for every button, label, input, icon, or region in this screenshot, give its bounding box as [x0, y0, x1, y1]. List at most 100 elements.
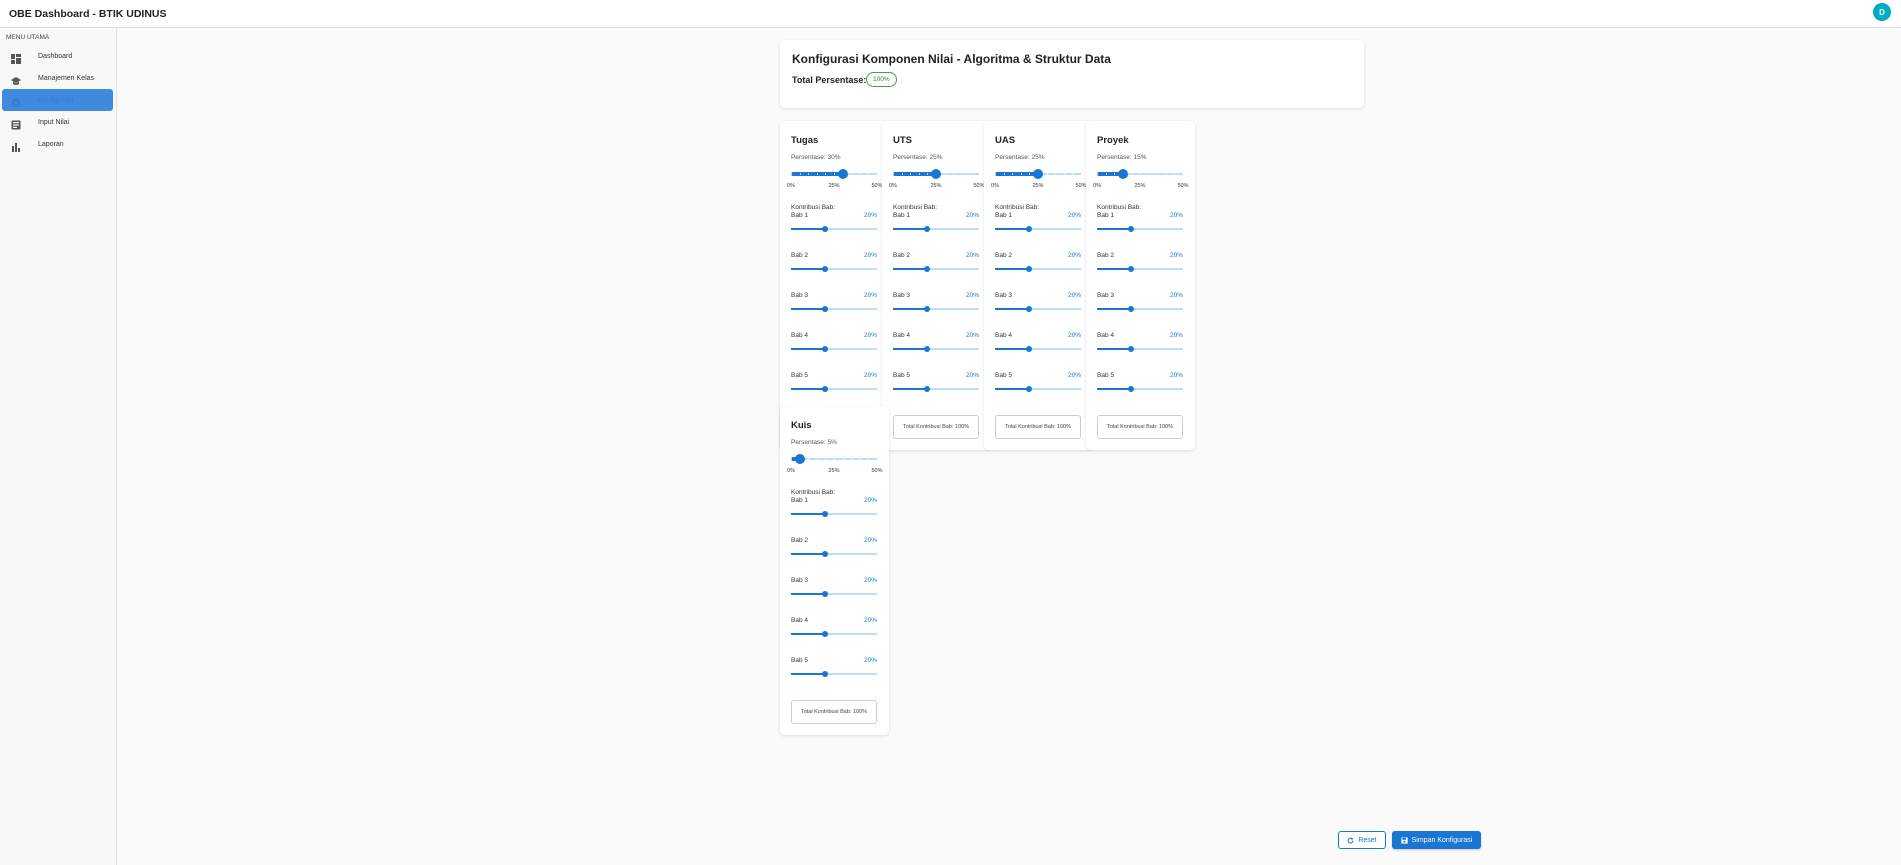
sidebar-item-konfigurasi[interactable]: Konfigurasi	[2, 89, 113, 111]
slider-thumb[interactable]	[822, 266, 829, 272]
bab-row: Bab 5 20%	[995, 372, 1081, 394]
slider-tick	[816, 458, 818, 460]
slider-thumb[interactable]	[924, 226, 931, 232]
bab-name: Bab 3	[791, 292, 808, 299]
slider-thumb[interactable]	[924, 346, 931, 352]
slider-thumb[interactable]	[1117, 169, 1128, 179]
bab-contribution-slider[interactable]	[995, 226, 1081, 232]
slider-track	[893, 228, 928, 230]
bab-contribution-slider[interactable]	[791, 631, 877, 637]
bab-value: 20%	[1067, 332, 1081, 339]
slider-track	[791, 633, 826, 635]
slider-scale-marks: 0% 25% 50%	[787, 183, 882, 191]
bab-contribution-slider[interactable]	[791, 551, 877, 557]
slider-thumb[interactable]	[794, 454, 805, 464]
sidebar-item-laporan[interactable]: Laporan	[2, 133, 113, 155]
sidebar-item-manajemen-kelas[interactable]: Manajemen Kelas	[2, 67, 113, 89]
slider-track	[1097, 228, 1132, 230]
bab-contribution-slider[interactable]	[1097, 226, 1183, 232]
sidebar-item-dashboard[interactable]: Dashboard	[2, 45, 113, 67]
bab-contribution-slider[interactable]	[791, 591, 877, 597]
save-icon	[1400, 836, 1408, 844]
component-name: UAS	[995, 135, 1016, 146]
bab-contribution-slider[interactable]	[1097, 266, 1183, 272]
bab-contribution-slider[interactable]	[995, 306, 1081, 312]
component-percentage-text: Persentase: 15%	[1097, 154, 1147, 161]
slider-thumb[interactable]	[822, 551, 829, 557]
slider-tick	[1029, 173, 1031, 175]
reset-button[interactable]: Reset	[1338, 831, 1386, 849]
user-avatar[interactable]: D	[1873, 3, 1891, 21]
slider-thumb[interactable]	[1033, 169, 1043, 179]
bab-row: Bab 2 20%	[995, 252, 1081, 274]
slider-thumb[interactable]	[822, 591, 829, 597]
bab-contribution-slider[interactable]	[893, 266, 979, 272]
bab-contribution-slider[interactable]	[791, 266, 877, 272]
bab-contribution-slider[interactable]	[791, 306, 877, 312]
bab-contribution-slider[interactable]	[995, 266, 1081, 272]
slider-track	[791, 553, 826, 555]
slider-track	[995, 228, 1030, 230]
slider-thumb[interactable]	[822, 631, 829, 637]
scale-mark: 0%	[889, 183, 897, 189]
slider-thumb[interactable]	[1026, 266, 1033, 272]
slider-thumb[interactable]	[931, 169, 941, 179]
bab-contribution-slider[interactable]	[791, 346, 877, 352]
slider-tick	[808, 173, 810, 175]
bab-contribution-slider[interactable]	[995, 386, 1081, 392]
component-percentage-slider[interactable]	[995, 169, 1082, 179]
bab-contribution-slider[interactable]	[791, 226, 877, 232]
slider-thumb[interactable]	[822, 306, 829, 312]
slider-thumb[interactable]	[822, 511, 829, 517]
scale-mark: 25%	[1134, 183, 1146, 189]
bab-contribution-slider[interactable]	[791, 386, 877, 392]
slider-tick	[825, 173, 827, 175]
bab-value: 20%	[863, 252, 877, 259]
scale-mark: 25%	[828, 468, 840, 474]
component-percentage-slider[interactable]	[893, 169, 980, 179]
slider-tick	[834, 458, 835, 460]
component-percentage-slider[interactable]	[791, 169, 878, 179]
slider-thumb[interactable]	[822, 346, 829, 352]
bab-value: 20%	[863, 292, 877, 299]
bab-contribution-slider[interactable]	[1097, 386, 1183, 392]
component-percentage-text: Persentase: 5%	[791, 439, 837, 446]
slider-thumb[interactable]	[1026, 386, 1033, 392]
slider-thumb[interactable]	[1026, 306, 1033, 312]
bab-row: Bab 3 20%	[791, 577, 877, 599]
slider-thumb[interactable]	[924, 266, 931, 272]
sidebar-item-input-nilai[interactable]: Input Nilai	[2, 111, 113, 133]
bab-contribution-slider[interactable]	[791, 511, 877, 517]
bab-name: Bab 4	[1097, 332, 1114, 339]
bab-contribution-slider[interactable]	[1097, 306, 1183, 312]
slider-track	[1097, 388, 1132, 390]
slider-thumb[interactable]	[1128, 266, 1135, 272]
slider-tick	[1081, 173, 1082, 175]
bab-contribution-slider[interactable]	[893, 306, 979, 312]
slider-thumb[interactable]	[822, 386, 829, 392]
slider-thumb[interactable]	[822, 671, 829, 677]
bab-value: 20%	[965, 292, 979, 299]
bab-value: 20%	[965, 332, 979, 339]
bab-contribution-slider[interactable]	[791, 671, 877, 677]
slider-thumb[interactable]	[1128, 346, 1135, 352]
component-percentage-slider[interactable]	[1097, 169, 1184, 179]
bab-contribution-slider[interactable]	[1097, 346, 1183, 352]
component-percentage-slider[interactable]	[791, 454, 878, 464]
gear-icon	[11, 95, 21, 108]
slider-thumb[interactable]	[837, 169, 848, 179]
bab-contribution-slider[interactable]	[893, 346, 979, 352]
slider-thumb[interactable]	[822, 226, 829, 232]
bab-contribution-slider[interactable]	[995, 346, 1081, 352]
slider-thumb[interactable]	[924, 386, 931, 392]
bab-contribution-slider[interactable]	[893, 386, 979, 392]
slider-thumb[interactable]	[924, 306, 931, 312]
save-config-button[interactable]: Simpan Konfigurasi	[1392, 831, 1481, 849]
slider-thumb[interactable]	[1026, 226, 1033, 232]
scale-mark: 0%	[787, 468, 795, 474]
slider-thumb[interactable]	[1128, 226, 1135, 232]
slider-thumb[interactable]	[1128, 306, 1135, 312]
slider-thumb[interactable]	[1128, 386, 1135, 392]
slider-thumb[interactable]	[1026, 346, 1033, 352]
bab-contribution-slider[interactable]	[893, 226, 979, 232]
